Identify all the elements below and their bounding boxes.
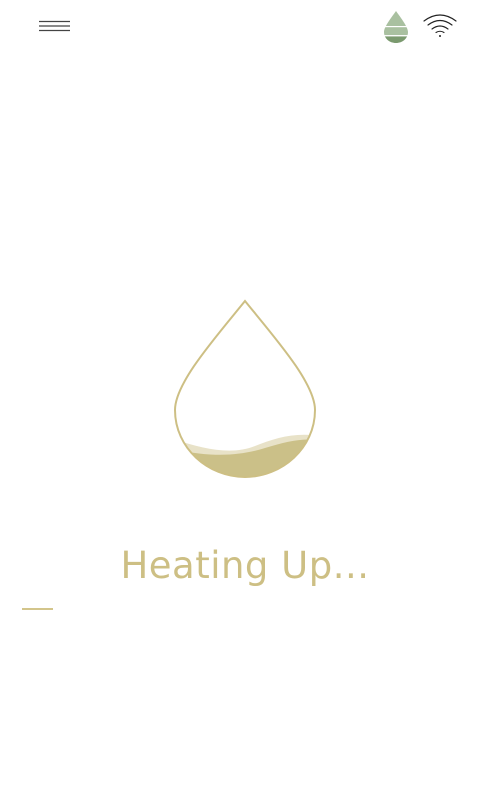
status-text: Heating Up... (120, 544, 370, 587)
heating-screen: Heating Up... (0, 0, 480, 800)
menu-button[interactable] (34, 12, 74, 36)
water-drop-icon (173, 299, 317, 479)
wifi-icon[interactable] (422, 12, 458, 38)
water-level-icon[interactable] (382, 10, 410, 44)
progress-indicator (22, 608, 53, 610)
hamburger-menu-icon (39, 20, 70, 32)
